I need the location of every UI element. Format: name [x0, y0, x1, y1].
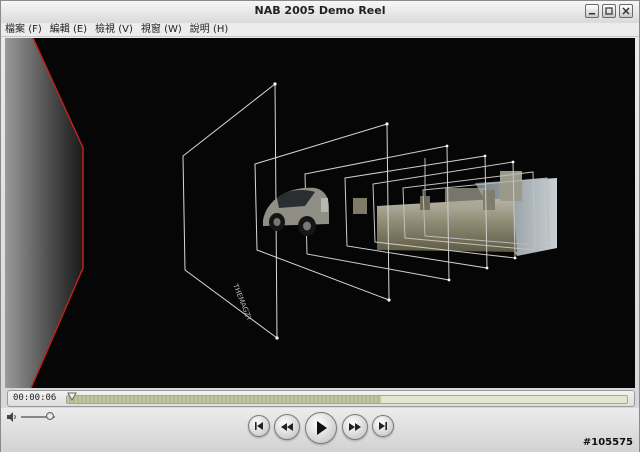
- timecode: 00:00:06: [13, 393, 57, 403]
- controls-bar: #105575: [1, 408, 639, 452]
- timeline-loaded: [67, 396, 381, 403]
- left-panel-shape: [5, 38, 83, 388]
- rewind-icon: [281, 423, 293, 431]
- play-icon: [317, 421, 327, 435]
- volume-knob[interactable]: [45, 412, 54, 420]
- menu-view[interactable]: 檢視 (V): [95, 24, 133, 36]
- go-to-start-button[interactable]: [248, 415, 270, 437]
- car-graphic: [263, 187, 329, 236]
- go-to-end-button[interactable]: [372, 415, 394, 437]
- menu-help[interactable]: 說明 (H): [190, 24, 229, 36]
- speaker-icon[interactable]: [6, 411, 18, 423]
- go-to-end-icon: [379, 422, 387, 430]
- minimize-button[interactable]: [585, 4, 599, 18]
- window-buttons: [585, 4, 633, 18]
- player-window: NAB 2005 Demo Reel 檔案 (F) 編輯 (E) 檢視 (V) …: [0, 0, 640, 452]
- image-id-badge: #105575: [582, 437, 633, 448]
- window-title: NAB 2005 Demo Reel: [254, 4, 386, 17]
- menu-file[interactable]: 檔案 (F): [5, 24, 42, 36]
- menu-bar: 檔案 (F) 編輯 (E) 檢視 (V) 視窗 (W) 說明 (H): [1, 23, 639, 37]
- maximize-icon: [605, 7, 613, 15]
- fast-forward-button[interactable]: [342, 414, 368, 440]
- go-to-start-icon: [255, 422, 263, 430]
- play-button[interactable]: [305, 412, 337, 444]
- playhead-icon[interactable]: [67, 392, 78, 402]
- timeline-track[interactable]: [66, 395, 628, 404]
- maximize-button[interactable]: [602, 4, 616, 18]
- rewind-button[interactable]: [274, 414, 300, 440]
- close-icon: [622, 7, 630, 15]
- minimize-icon: [589, 13, 595, 15]
- time-bar[interactable]: 00:00:06: [7, 390, 635, 407]
- video-frame: THEMAGZY: [5, 38, 557, 388]
- fast-forward-icon: [349, 423, 361, 431]
- title-bar[interactable]: NAB 2005 Demo Reel: [1, 1, 639, 24]
- menu-window[interactable]: 視窗 (W): [141, 24, 182, 36]
- panel-overlay-text: THEMAGZY: [231, 282, 254, 323]
- video-area[interactable]: THEMAGZY: [5, 38, 635, 388]
- menu-edit[interactable]: 編輯 (E): [50, 24, 87, 36]
- close-button[interactable]: [619, 4, 633, 18]
